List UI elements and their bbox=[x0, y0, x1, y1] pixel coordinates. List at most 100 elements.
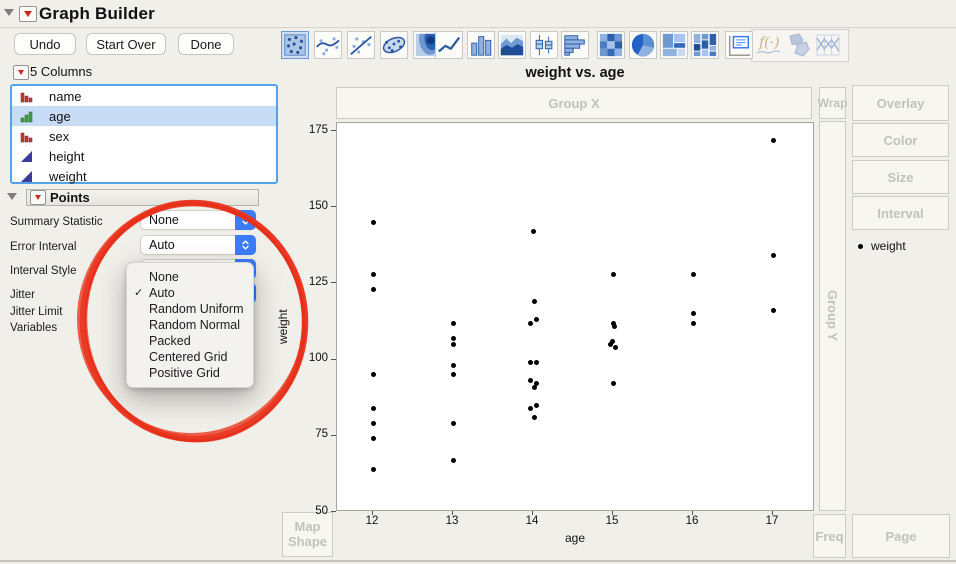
legend-item-weight[interactable]: weight bbox=[858, 239, 906, 253]
column-item-weight[interactable]: weight bbox=[12, 166, 276, 186]
outline-disclosure-icon[interactable] bbox=[4, 9, 14, 16]
size-drop-zone[interactable]: Size bbox=[852, 160, 949, 194]
scatter-point[interactable] bbox=[527, 320, 533, 326]
scatter-point[interactable] bbox=[690, 311, 696, 317]
scatter-point[interactable] bbox=[450, 457, 456, 463]
treemap-chart-icon[interactable] bbox=[660, 31, 688, 59]
scatter-point[interactable] bbox=[770, 308, 776, 314]
column-item-label: height bbox=[49, 148, 85, 164]
scatter-point[interactable] bbox=[370, 436, 376, 442]
wrap-drop-zone[interactable]: Wrap bbox=[818, 87, 847, 119]
menu-item-positive-grid[interactable]: Positive Grid bbox=[127, 365, 253, 381]
mosaic-chart-icon[interactable] bbox=[691, 31, 719, 59]
scatter-point[interactable] bbox=[370, 466, 376, 472]
group-x-drop-zone[interactable]: Group X bbox=[336, 87, 812, 119]
map-shape-drop-zone[interactable]: Map Shape bbox=[282, 512, 333, 557]
interval-drop-zone[interactable]: Interval bbox=[852, 196, 949, 230]
y-tick-mark bbox=[331, 130, 336, 131]
graph-builder-window: Graph Builder Undo Start Over Done f(·) … bbox=[0, 0, 956, 564]
done-button[interactable]: Done bbox=[178, 33, 234, 55]
menu-item-auto[interactable]: ✓ Auto bbox=[127, 285, 253, 301]
scatter-point[interactable] bbox=[533, 317, 539, 323]
nominal-column-icon bbox=[20, 90, 41, 103]
undo-button[interactable]: Undo bbox=[14, 33, 76, 55]
column-item-age[interactable]: age bbox=[12, 106, 276, 126]
menu-item-none[interactable]: None bbox=[127, 269, 253, 285]
scatter-point[interactable] bbox=[610, 271, 616, 277]
error-interval-label: Error Interval bbox=[10, 241, 77, 253]
scatter-point[interactable] bbox=[531, 299, 537, 305]
freq-drop-zone[interactable]: Freq bbox=[813, 514, 846, 558]
summary-statistic-select[interactable]: None bbox=[140, 210, 256, 230]
ellipse-chart-icon[interactable] bbox=[380, 31, 408, 59]
scatter-point[interactable] bbox=[533, 360, 539, 366]
box-plot-chart-icon[interactable] bbox=[530, 31, 558, 59]
scatter-point[interactable] bbox=[770, 253, 776, 259]
page-drop-zone[interactable]: Page bbox=[852, 514, 950, 558]
continuous-column-icon bbox=[20, 170, 41, 183]
scatter-point[interactable] bbox=[370, 405, 376, 411]
scatter-point[interactable] bbox=[527, 405, 533, 411]
area-chart-icon[interactable] bbox=[498, 31, 526, 59]
points-panel-title: Points bbox=[50, 190, 90, 205]
scatter-point[interactable] bbox=[450, 363, 456, 369]
scatter-point[interactable] bbox=[370, 286, 376, 292]
menu-item-random-normal[interactable]: Random Normal bbox=[127, 317, 253, 333]
scatter-point[interactable] bbox=[370, 372, 376, 378]
column-item-label: name bbox=[49, 88, 82, 104]
points-chart-icon[interactable] bbox=[281, 31, 309, 59]
points-red-triangle-menu-icon[interactable] bbox=[30, 190, 46, 205]
scatter-point[interactable] bbox=[690, 271, 696, 277]
scatter-point[interactable] bbox=[527, 378, 533, 384]
scatter-point[interactable] bbox=[609, 338, 615, 344]
x-axis-label: age bbox=[564, 531, 586, 545]
scatter-point[interactable] bbox=[370, 421, 376, 427]
scatter-point[interactable] bbox=[450, 421, 456, 427]
color-drop-zone[interactable]: Color bbox=[852, 123, 949, 157]
x-tick-mark bbox=[772, 511, 773, 515]
menu-item-random-uniform[interactable]: Random Uniform bbox=[127, 301, 253, 317]
scatter-point[interactable] bbox=[690, 320, 696, 326]
red-triangle-menu-icon[interactable] bbox=[19, 6, 37, 22]
scatter-point[interactable] bbox=[533, 402, 539, 408]
scatter-point[interactable] bbox=[450, 341, 456, 347]
x-tick-label: 12 bbox=[365, 515, 379, 527]
points-disclosure-icon[interactable] bbox=[7, 193, 17, 200]
scatter-point[interactable] bbox=[370, 271, 376, 277]
scatter-point[interactable] bbox=[770, 137, 776, 143]
scatter-point[interactable] bbox=[610, 381, 616, 387]
x-tick-label: 15 bbox=[605, 515, 619, 527]
group-y-drop-zone[interactable]: Group Y bbox=[819, 121, 846, 511]
scatter-point[interactable] bbox=[612, 344, 618, 350]
error-interval-select[interactable]: Auto bbox=[140, 235, 256, 255]
scatter-point[interactable] bbox=[527, 360, 533, 366]
histogram-chart-icon[interactable] bbox=[561, 31, 589, 59]
interval-style-label: Interval Style bbox=[10, 265, 77, 277]
start-over-button[interactable]: Start Over bbox=[86, 33, 166, 55]
menu-item-label: Packed bbox=[149, 334, 191, 348]
scatter-point[interactable] bbox=[370, 219, 376, 225]
column-item-sex[interactable]: sex bbox=[12, 126, 276, 146]
pie-chart-icon[interactable] bbox=[629, 31, 657, 59]
columns-red-triangle-menu-icon[interactable] bbox=[13, 65, 29, 80]
menu-item-packed[interactable]: Packed bbox=[127, 333, 253, 349]
menu-item-centered-grid[interactable]: Centered Grid bbox=[127, 349, 253, 365]
scatter-point[interactable] bbox=[450, 372, 456, 378]
column-item-name[interactable]: name bbox=[12, 86, 276, 106]
scatter-point[interactable] bbox=[450, 335, 456, 341]
column-item-height[interactable]: height bbox=[12, 146, 276, 166]
heatmap-chart-icon[interactable] bbox=[597, 31, 625, 59]
smoother-chart-icon[interactable] bbox=[314, 31, 342, 59]
summary-statistic-label: Summary Statistic bbox=[10, 216, 103, 228]
caption-box-chart-icon[interactable] bbox=[725, 31, 753, 59]
bar-chart-icon[interactable] bbox=[467, 31, 495, 59]
scatter-point[interactable] bbox=[530, 229, 536, 235]
line-chart-icon[interactable] bbox=[435, 31, 463, 59]
overlay-drop-zone[interactable]: Overlay bbox=[852, 85, 949, 121]
scatter-point[interactable] bbox=[531, 415, 537, 420]
line-of-fit-chart-icon[interactable] bbox=[347, 31, 375, 59]
scatter-point[interactable] bbox=[611, 323, 617, 329]
plot-area[interactable] bbox=[336, 122, 814, 511]
scatter-point[interactable] bbox=[450, 320, 456, 326]
menu-item-label: Centered Grid bbox=[149, 350, 228, 364]
